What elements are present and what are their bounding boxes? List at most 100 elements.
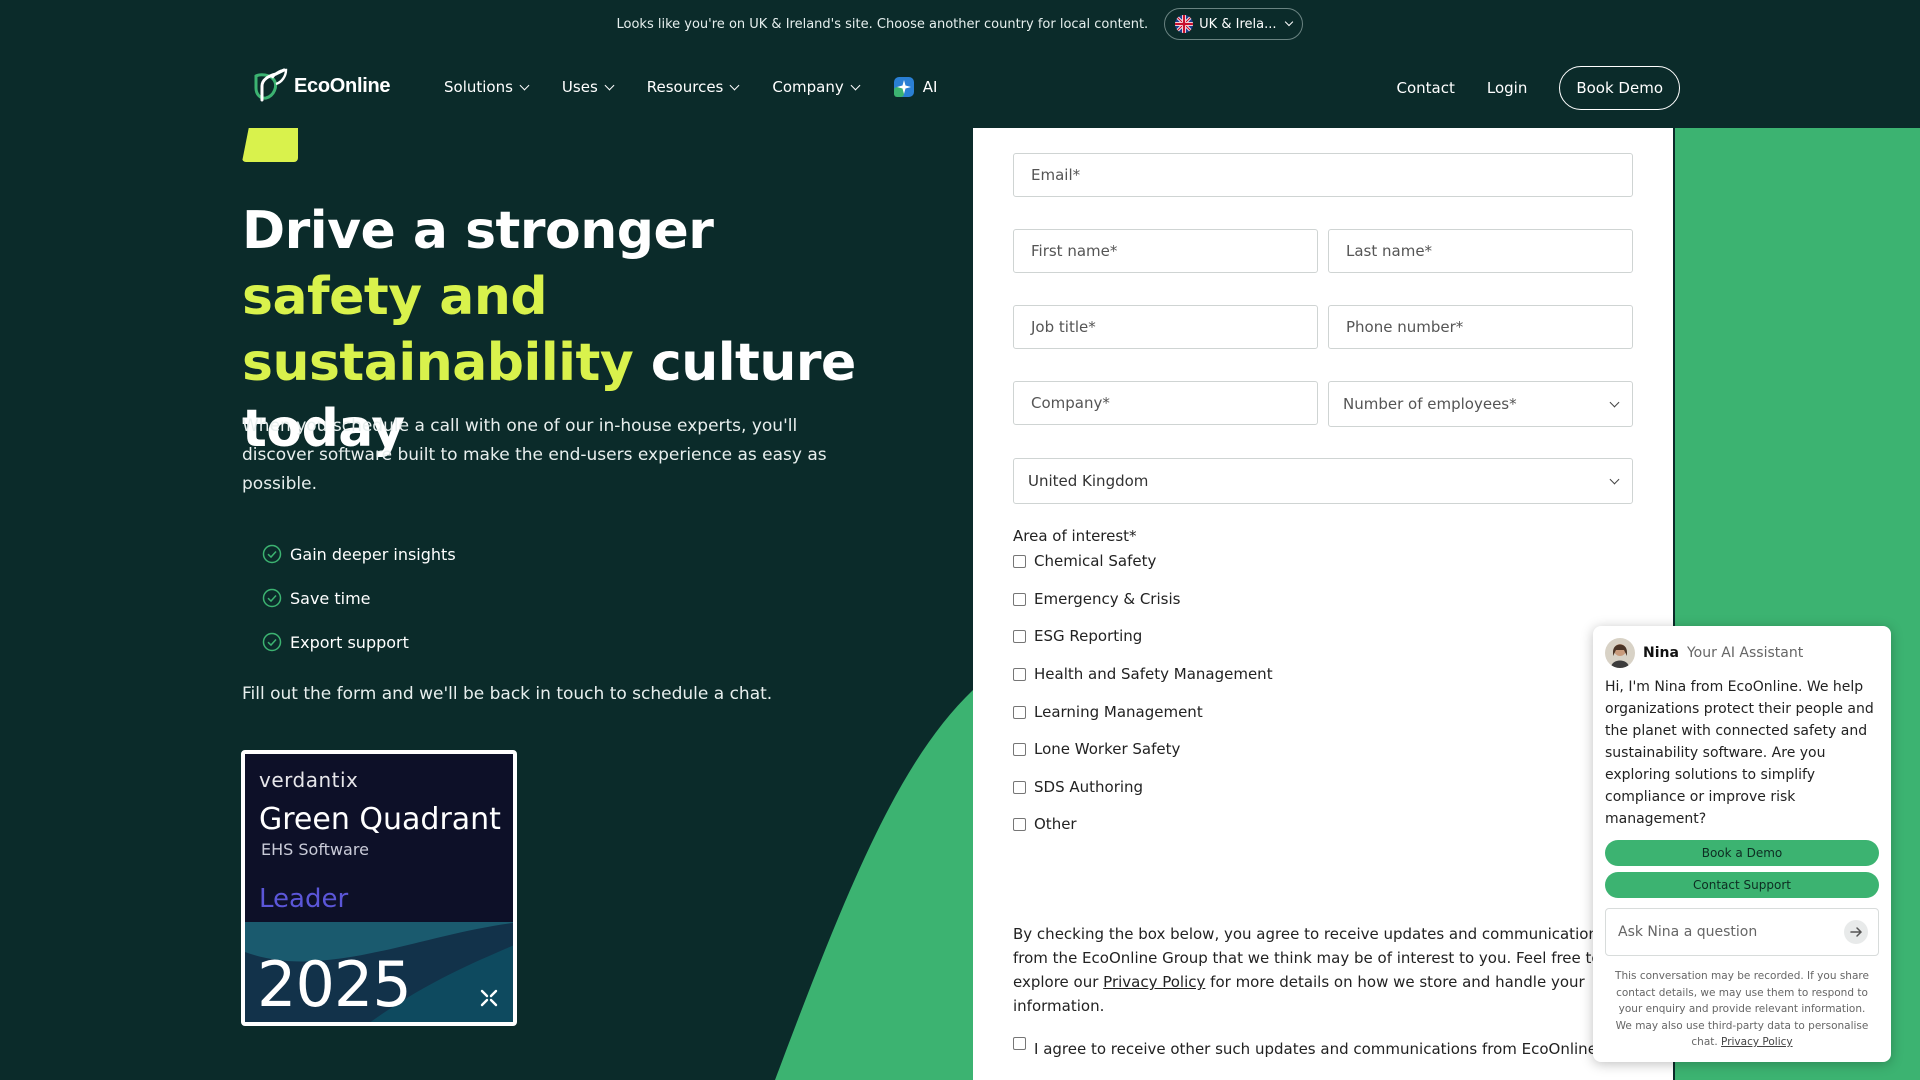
phone-number-placeholder: Phone number* [1346, 318, 1464, 336]
company-field[interactable]: Company* [1013, 381, 1318, 425]
badge-level: Leader [259, 884, 349, 914]
privacy-policy-link[interactable]: Privacy Policy [1103, 973, 1205, 991]
country-select-value: United Kingdom [1028, 472, 1149, 490]
chat-privacy-link[interactable]: Privacy Policy [1721, 1036, 1793, 1048]
chat-book-demo-button[interactable]: Book a Demo [1605, 840, 1879, 866]
nav-solutions[interactable]: Solutions [444, 76, 530, 98]
area-option: SDS Authoring [1013, 778, 1143, 796]
chat-agent-name: Nina [1643, 645, 1679, 661]
benefit-label: Gain deeper insights [290, 544, 456, 564]
chevron-down-icon [1609, 397, 1620, 407]
nav-resources[interactable]: Resources [646, 76, 740, 98]
country-banner: Looks like you're on UK & Ireland's site… [0, 0, 1920, 48]
nav-uses-label: Uses [561, 78, 598, 96]
area-option-label: Lone Worker Safety [1034, 740, 1181, 758]
area-checkbox[interactable] [1013, 554, 1026, 568]
area-option-label: SDS Authoring [1034, 778, 1144, 796]
area-option: Learning Management [1013, 703, 1203, 721]
decorative-yellow-tab [242, 128, 298, 162]
benefit-item: Save time [262, 576, 456, 620]
area-checkbox[interactable] [1013, 742, 1026, 756]
check-circle-icon [262, 544, 282, 564]
area-option-label: Chemical Safety [1034, 552, 1157, 570]
nav-company[interactable]: Company [772, 76, 861, 98]
chevron-down-icon [1609, 474, 1620, 484]
chevron-down-icon [850, 80, 861, 90]
area-checkbox[interactable] [1013, 629, 1026, 643]
agree-label: I agree to receive other such updates an… [1034, 1040, 1597, 1058]
country-select[interactable]: United Kingdom [1013, 458, 1633, 504]
area-option: Lone Worker Safety [1013, 740, 1180, 758]
consent-text: By checking the box below, you agree to … [1013, 922, 1613, 1018]
nav-resources-label: Resources [646, 78, 724, 96]
agree-checkbox[interactable] [1013, 1037, 1026, 1050]
nav-ai[interactable]: AI [893, 76, 938, 98]
benefit-item: Gain deeper insights [262, 532, 456, 576]
area-option-label: ESG Reporting [1034, 627, 1143, 645]
area-option-label: Learning Management [1034, 703, 1203, 721]
agree-option: I agree to receive other such updates an… [1013, 1034, 1597, 1058]
nav-uses[interactable]: Uses [561, 76, 615, 98]
check-circle-icon [262, 632, 282, 652]
avatar [1605, 638, 1635, 668]
send-arrow-icon[interactable] [1844, 920, 1868, 944]
nav-solutions-label: Solutions [444, 78, 513, 96]
verdantix-award-badge: verdantix Green Quadrant EHS Software Le… [241, 750, 517, 1026]
first-name-placeholder: First name* [1031, 242, 1118, 260]
area-checkbox[interactable] [1013, 592, 1026, 606]
last-name-placeholder: Last name* [1346, 242, 1433, 260]
area-option: Chemical Safety [1013, 552, 1156, 570]
leaf-logo-icon [254, 68, 288, 102]
nav-company-label: Company [772, 78, 844, 96]
company-placeholder: Company* [1031, 394, 1110, 412]
chevron-down-icon [729, 80, 740, 90]
area-option: Other [1013, 815, 1077, 833]
email-field[interactable]: Email* [1013, 153, 1633, 197]
phone-number-field[interactable]: Phone number* [1328, 305, 1633, 349]
demo-request-form: Email* First name* Last name* Job title*… [973, 128, 1673, 1080]
chat-contact-support-button[interactable]: Contact Support [1605, 872, 1879, 898]
cross-mark-icon [480, 989, 498, 1007]
first-name-field[interactable]: First name* [1013, 229, 1318, 273]
ecoonline-logo[interactable]: EcoOnline [250, 66, 391, 106]
hero-title-highlight: safety and sustainability [242, 267, 634, 393]
badge-title: Green Quadrant [259, 802, 501, 837]
area-option: Emergency & Crisis [1013, 590, 1180, 608]
badge-brand: verdantix [259, 768, 359, 792]
nav-right: Contact Login Book Demo [1397, 66, 1680, 110]
ai-chat-widget: Nina Your AI Assistant Hi, I'm Nina from… [1593, 626, 1891, 1062]
chevron-down-icon [1285, 17, 1294, 27]
chat-input[interactable]: Ask Nina a question [1605, 908, 1879, 956]
area-checkbox[interactable] [1013, 705, 1026, 719]
email-field-placeholder: Email* [1031, 166, 1081, 184]
employees-select-value: Number of employees* [1343, 395, 1517, 413]
chat-agent-role: Your AI Assistant [1686, 645, 1804, 661]
ai-sparkle-icon [893, 77, 914, 97]
login-link[interactable]: Login [1487, 79, 1527, 97]
main-navigation: EcoOnline Solutions Uses Resources Compa… [0, 48, 1920, 128]
check-circle-icon [262, 588, 282, 608]
country-selector[interactable]: UK & Irela... [1164, 8, 1304, 40]
last-name-field[interactable]: Last name* [1328, 229, 1633, 273]
contact-link[interactable]: Contact [1397, 79, 1455, 97]
badge-year: 2025 [257, 948, 412, 1021]
area-option-label: Emergency & Crisis [1034, 590, 1181, 608]
area-of-interest-label: Area of interest* [1013, 527, 1137, 545]
nav-ai-label: AI [922, 78, 938, 96]
area-checkbox[interactable] [1013, 780, 1026, 794]
job-title-field[interactable]: Job title* [1013, 305, 1318, 349]
country-selector-label: UK & Irela... [1199, 16, 1277, 32]
benefit-label: Save time [290, 588, 371, 608]
chat-message: Hi, I'm Nina from EcoOnline. We help org… [1605, 679, 1874, 827]
area-checkbox[interactable] [1013, 817, 1026, 831]
nav-menu: Solutions Uses Resources Company AI [444, 76, 937, 98]
employees-select[interactable]: Number of employees* [1328, 381, 1633, 427]
area-option: Health and Safety Management [1013, 665, 1273, 683]
area-checkbox[interactable] [1013, 667, 1026, 681]
chevron-down-icon [519, 80, 530, 90]
badge-subtitle: EHS Software [261, 840, 369, 859]
book-demo-button[interactable]: Book Demo [1559, 66, 1680, 110]
chat-header: Nina Your AI Assistant [1605, 638, 1803, 668]
uk-flag-icon [1175, 15, 1194, 33]
benefit-item: Export support [262, 620, 456, 664]
